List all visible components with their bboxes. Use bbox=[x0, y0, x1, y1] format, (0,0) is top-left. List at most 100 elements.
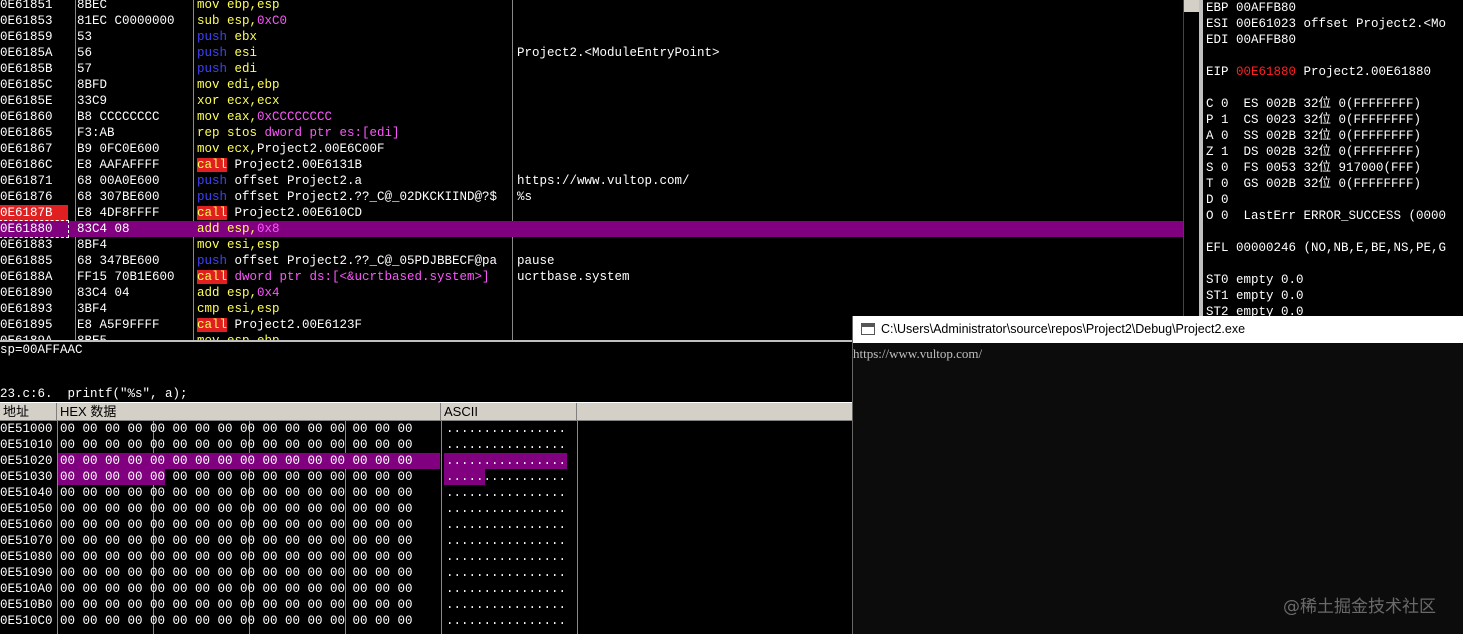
disasm-instruction: mov esp,ebp bbox=[197, 333, 280, 340]
disasm-row[interactable]: 0E6185C 8BFD mov edi,ebp bbox=[0, 77, 1183, 93]
disasm-row[interactable]: 0E61893 3BF4 cmp esi,esp bbox=[0, 301, 1183, 317]
disasm-address: 0E6187B bbox=[0, 205, 68, 221]
disasm-row[interactable]: 0E61890 83C4 04 add esp,0x4 bbox=[0, 285, 1183, 301]
disasm-row[interactable]: 0E61867 B9 0FC0E600 mov ecx,Project2.00E6C… bbox=[0, 141, 1183, 157]
dump-ascii: ................ bbox=[446, 422, 567, 436]
disasm-row[interactable]: 0E61876 68 307BE600 push offset Project2.?… bbox=[0, 189, 1183, 205]
register-line[interactable]: EFL 00000246 (NO,NB,E,BE,NS,PE,G bbox=[1206, 240, 1446, 256]
dump-row[interactable]: 0E510C0 00 00 00 00 00 00 00 00 00 00 00 … bbox=[0, 613, 852, 629]
dump-row[interactable]: 0E51080 00 00 00 00 00 00 00 00 00 00 00 … bbox=[0, 549, 852, 565]
dump-row[interactable]: 0E510B0 00 00 00 00 00 00 00 00 00 00 00 … bbox=[0, 597, 852, 613]
disasm-token: dword ptr es:[edi] bbox=[257, 126, 400, 140]
disasm-address: 0E61880 bbox=[0, 220, 69, 238]
disasm-row[interactable]: 0E6185B 57 push edi bbox=[0, 61, 1183, 77]
disasm-token: sub bbox=[197, 14, 220, 28]
register-line[interactable]: T 0 GS 002B 32位 0(FFFFFFFF) bbox=[1206, 176, 1421, 192]
register-text: ST1 empty 0.0 bbox=[1206, 289, 1304, 303]
dump-ascii: ................ bbox=[446, 550, 567, 564]
dump-hex-bytes: 00 00 00 00 00 00 00 00 00 00 00 00 00 0… bbox=[60, 438, 413, 452]
disasm-address: 0E6185E bbox=[0, 94, 53, 108]
register-line[interactable]: EDI 00AFFB80 bbox=[1206, 32, 1296, 48]
info-esp-line: sp=00AFFAAC bbox=[0, 343, 83, 357]
disasm-bytes: 68 307BE600 bbox=[77, 190, 160, 204]
register-text: EFL 00000246 (NO,NB,E,BE,NS,PE,G bbox=[1206, 241, 1447, 255]
disasm-instruction: mov esi,esp bbox=[197, 237, 280, 253]
register-text: A 0 SS 002B 32位 0(FFFFFFFF) bbox=[1206, 129, 1422, 143]
console-titlebar[interactable]: C:\Users\Administrator\source\repos\Proj… bbox=[853, 316, 1463, 343]
registers-pane[interactable]: EBP 00AFFB80 ESI 00E61023 offset Project2… bbox=[1203, 0, 1463, 316]
dump-header: 地址 HEX 数据 ASCII bbox=[0, 402, 852, 421]
register-line[interactable]: C 0 ES 002B 32位 0(FFFFFFFF) bbox=[1206, 96, 1421, 112]
disasm-instruction: mov ecx,Project2.00E6C00F bbox=[197, 141, 385, 157]
dump-ascii: ................ bbox=[446, 518, 567, 532]
register-line[interactable]: EIP 00E61880 Project2.00E61880 bbox=[1206, 64, 1431, 80]
dump-row[interactable]: 0E51010 00 00 00 00 00 00 00 00 00 00 00 … bbox=[0, 437, 852, 453]
register-line[interactable]: ST2 empty 0.0 bbox=[1206, 304, 1304, 316]
dump-ascii: ................ bbox=[446, 534, 567, 548]
disasm-row[interactable]: 0E6185A 56 push esi Project2.<ModuleEntryPo… bbox=[0, 45, 1183, 61]
disasm-token: push bbox=[197, 190, 228, 204]
disasm-token: dword ptr ds:[<&ucrtbased.system>] bbox=[227, 270, 490, 284]
disasm-instruction: mov edi,ebp bbox=[197, 77, 280, 93]
disasm-row[interactable]: 0E61883 8BF4 mov esi,esp bbox=[0, 237, 1183, 253]
dump-row[interactable]: 0E51020 00 00 00 00 00 00 00 00 00 00 00 … bbox=[0, 453, 852, 469]
disasm-row[interactable]: 0E61880 83C4 08 add esp,0x8 bbox=[0, 220, 1183, 238]
disasm-row[interactable]: 0E6188A FF15 70B1E600 call dword ptr ds:[<… bbox=[0, 269, 1183, 285]
register-line[interactable]: Z 1 DS 002B 32位 0(FFFFFFFF) bbox=[1206, 144, 1421, 160]
register-line[interactable]: ESI 00E61023 offset Project2.<Mo bbox=[1206, 16, 1446, 32]
disasm-token: mov bbox=[197, 0, 220, 12]
scrollbar-thumb[interactable] bbox=[1184, 0, 1199, 12]
disasm-instruction: push edi bbox=[197, 61, 257, 77]
dump-address: 0E51040 bbox=[0, 486, 53, 500]
dump-header-hex[interactable]: HEX 数据 bbox=[57, 403, 441, 421]
disassembly-scrollbar[interactable] bbox=[1183, 0, 1200, 340]
register-line[interactable]: EBP 00AFFB80 bbox=[1206, 0, 1296, 16]
disasm-address: 0E61883 bbox=[0, 238, 53, 252]
dump-row[interactable]: 0E51090 00 00 00 00 00 00 00 00 00 00 00 … bbox=[0, 565, 852, 581]
register-line[interactable]: ST0 empty 0.0 bbox=[1206, 272, 1304, 288]
disasm-row[interactable]: 0E6187B E8 4DF8FFFF call Project2.00E610CD bbox=[0, 205, 1183, 221]
dump-row[interactable]: 0E51050 00 00 00 00 00 00 00 00 00 00 00 … bbox=[0, 501, 852, 517]
info-source-line: 23.c:6. printf("%s", a); bbox=[0, 387, 188, 401]
dump-header-ascii[interactable]: ASCII bbox=[441, 403, 577, 421]
dump-header-addr[interactable]: 地址 bbox=[0, 403, 57, 421]
register-line[interactable]: O 0 LastErr ERROR_SUCCESS (0000 bbox=[1206, 208, 1446, 224]
disasm-token: edi,ebp bbox=[219, 78, 280, 92]
disasm-row[interactable]: 0E61853 81EC C0000000 sub esp,0xC0 bbox=[0, 13, 1183, 29]
register-text: ST2 empty 0.0 bbox=[1206, 305, 1304, 316]
memory-dump-pane[interactable]: 0E51000 00 00 00 00 00 00 00 00 00 00 00 … bbox=[0, 421, 852, 634]
console-app-icon bbox=[861, 323, 875, 335]
disasm-row[interactable]: 0E6185E 33C9 xor ecx,ecx bbox=[0, 93, 1183, 109]
console-window[interactable]: C:\Users\Administrator\source\repos\Proj… bbox=[852, 316, 1463, 634]
register-line[interactable]: A 0 SS 002B 32位 0(FFFFFFFF) bbox=[1206, 128, 1421, 144]
dump-row[interactable]: 0E51060 00 00 00 00 00 00 00 00 00 00 00 … bbox=[0, 517, 852, 533]
dump-row[interactable]: 0E51000 00 00 00 00 00 00 00 00 00 00 00 … bbox=[0, 421, 852, 437]
disasm-row[interactable]: 0E61851 8BEC mov ebp,esp bbox=[0, 0, 1183, 13]
register-line[interactable]: S 0 FS 0053 32位 917000(FFF) bbox=[1206, 160, 1421, 176]
dump-row[interactable]: 0E51040 00 00 00 00 00 00 00 00 00 00 00 … bbox=[0, 485, 852, 501]
disasm-instruction: mov eax,0xCCCCCCCC bbox=[197, 109, 332, 125]
dump-row[interactable]: 0E51070 00 00 00 00 00 00 00 00 00 00 00 … bbox=[0, 533, 852, 549]
dump-row[interactable]: 0E510A0 00 00 00 00 00 00 00 00 00 00 00 … bbox=[0, 581, 852, 597]
register-text: EDI 00AFFB80 bbox=[1206, 33, 1297, 47]
disasm-row[interactable]: 0E61885 68 347BE600 push offset Project2.?… bbox=[0, 253, 1183, 269]
dump-ascii: ................ bbox=[446, 598, 567, 612]
pane-splitter-vertical[interactable] bbox=[1199, 0, 1203, 316]
disasm-row[interactable]: 0E61860 B8 CCCCCCCC mov eax,0xCCCCCCCC bbox=[0, 109, 1183, 125]
dump-ascii: ................ bbox=[446, 614, 567, 628]
disasm-comment: https://www.vultop.com/ bbox=[517, 174, 690, 188]
disasm-row[interactable]: 0E6186C E8 AAFAFFFF call Project2.00E6131B bbox=[0, 157, 1183, 173]
dump-row[interactable]: 0E51030 00 00 00 00 00 00 00 00 00 00 00 … bbox=[0, 469, 852, 485]
disasm-address: 0E61876 bbox=[0, 190, 53, 204]
disasm-token: Project2.00E6123F bbox=[227, 318, 363, 332]
disasm-row[interactable]: 0E61865 F3:AB rep stos dword ptr es:[edi] bbox=[0, 125, 1183, 141]
register-line[interactable]: P 1 CS 0023 32位 0(FFFFFFFF) bbox=[1206, 112, 1421, 128]
register-line[interactable]: ST1 empty 0.0 bbox=[1206, 288, 1304, 304]
disasm-row[interactable]: 0E61871 68 00A0E600 push offset Project2.a… bbox=[0, 173, 1183, 189]
disasm-comment: ucrtbase.system bbox=[517, 270, 630, 284]
dump-hex-bytes: 00 00 00 00 00 00 00 00 00 00 00 00 00 0… bbox=[60, 502, 413, 516]
disasm-instruction: mov ebp,esp bbox=[197, 0, 280, 13]
disassembly-pane[interactable]: 0E61851 8BEC mov ebp,esp 0E61853 81EC C00000… bbox=[0, 0, 1183, 340]
disasm-row[interactable]: 0E61859 53 push ebx bbox=[0, 29, 1183, 45]
register-line[interactable]: D 0 bbox=[1206, 192, 1229, 208]
